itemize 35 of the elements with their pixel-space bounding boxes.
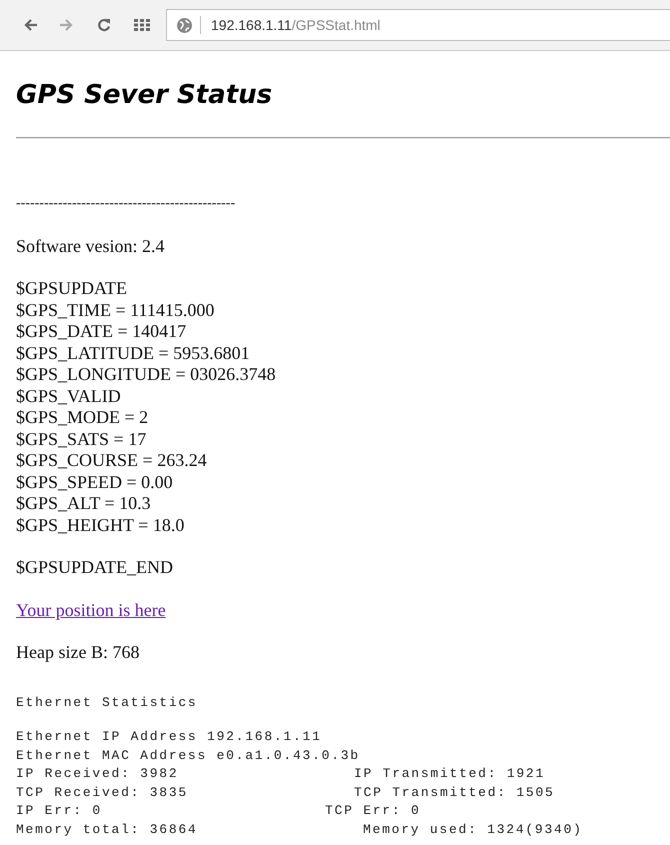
gps-status-line: $GPS_ALT = 10.3	[16, 493, 151, 514]
apps-grid-icon[interactable]	[134, 19, 150, 31]
globe-icon	[176, 16, 193, 34]
gps-status-line: $GPSUPDATE	[16, 278, 128, 300]
ethernet-stat-text: TCP Err: 0	[325, 802, 421, 820]
ethernet-stat-text: IP Transmitted: 1921	[354, 765, 546, 783]
gps-status-line: $GPS_LATITUDE = 5953.6801	[16, 342, 250, 364]
ethernet-stat-text: Memory total: 36864	[16, 822, 198, 836]
gps-status-line: $GPS_LONGITUDE = 03026.3748	[16, 364, 276, 386]
gps-status-line: $GPS_SATS = 17	[16, 428, 146, 450]
address-bar[interactable]: 192.168.1.11/GPSStat.html	[166, 9, 670, 41]
gps-status-line: $GPS_HEIGHT = 18.0	[16, 514, 184, 536]
gps-status-line: $GPS_COURSE = 263.24	[16, 450, 207, 472]
software-version-text: Software vesion: 2.4	[16, 236, 164, 257]
ethernet-stat-text: IP Err: 0	[16, 803, 102, 818]
ethernet-stat-text: Memory used: 1324(9340)	[363, 820, 583, 838]
gps-status-line: $GPS_VALID	[16, 386, 121, 407]
gps-status-line: $GPS_TIME = 111415.000	[16, 300, 214, 321]
ethernet-statistics-title: Ethernet Statistics	[16, 694, 198, 712]
ethernet-stat-text: TCP Transmitted: 1505	[354, 784, 555, 802]
ethernet-stat-line: Ethernet IP Address 192.168.1.11	[16, 728, 322, 746]
ethernet-stat-text: IP Received: 3982	[16, 766, 178, 781]
reload-icon[interactable]	[97, 18, 111, 32]
back-icon[interactable]	[24, 19, 38, 31]
heap-size-text: Heap size B: 768	[16, 642, 140, 664]
gps-status-line: $GPS_SPEED = 0.00	[16, 472, 173, 493]
page-title: GPS Sever Status	[16, 79, 274, 111]
url-text: 192.168.1.11/GPSStat.html	[211, 16, 380, 34]
gps-status-line: $GPS_MODE = 2	[16, 407, 148, 428]
gps-status-line: $GPS_DATE = 140417	[16, 321, 186, 342]
gps-update-end-text: $GPSUPDATE_END	[16, 557, 174, 578]
position-link[interactable]: Your position is here	[16, 600, 166, 621]
dashed-separator-text: -----------------------------------------------	[16, 195, 236, 213]
ethernet-stat-text: TCP Received: 3835	[16, 784, 188, 800]
ethernet-stat-line: Ethernet MAC Address e0.a1.0.43.0.3b	[16, 746, 360, 764]
